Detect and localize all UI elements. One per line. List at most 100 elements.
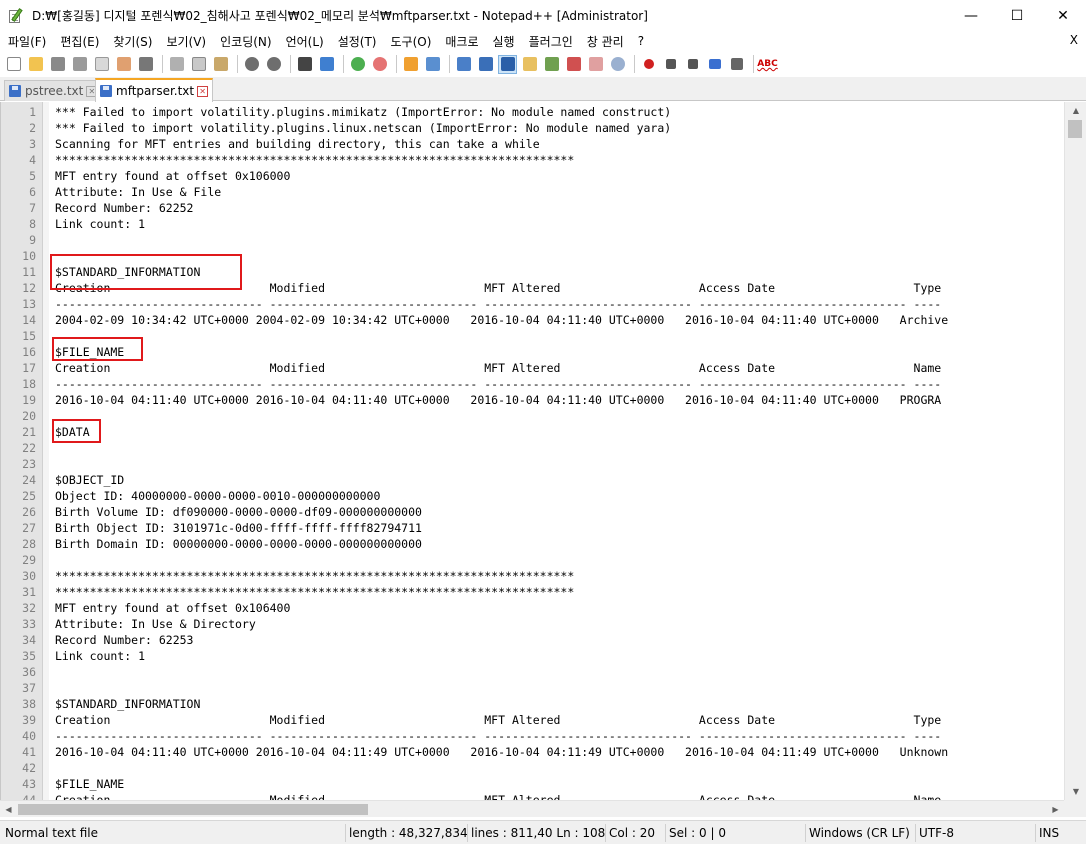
menu-settings[interactable]: 설정(T) xyxy=(330,33,383,50)
close-document-button[interactable]: X xyxy=(1070,33,1078,47)
menu-plugins[interactable]: 플러그인 xyxy=(521,33,579,50)
line-text: Record Number: 62252 xyxy=(55,201,194,215)
undo-icon[interactable] xyxy=(242,55,261,74)
menu-run[interactable]: 실행 xyxy=(485,33,521,50)
document-map-icon[interactable] xyxy=(542,55,561,74)
find-icon[interactable] xyxy=(295,55,314,74)
save-macro-icon[interactable] xyxy=(727,55,746,74)
tab-pstree[interactable]: pstree.txt ✕ xyxy=(4,80,103,101)
line-number: 30 xyxy=(22,569,36,583)
status-eol[interactable]: Windows (CR LF) xyxy=(805,824,910,842)
menu-tools[interactable]: 도구(O) xyxy=(383,33,438,50)
close-all-icon[interactable] xyxy=(114,55,133,74)
tab-mftparser[interactable]: mftparser.txt ✕ xyxy=(95,78,214,102)
line-number: 27 xyxy=(22,521,36,535)
play-macro-icon[interactable] xyxy=(683,55,702,74)
print-icon[interactable] xyxy=(136,55,155,74)
line-number: 40 xyxy=(22,729,36,743)
text-editor[interactable]: 1 *** Failed to import volatility.plugins… xyxy=(0,102,1064,800)
horizontal-scrollbar[interactable]: ◀ ▶ xyxy=(0,800,1064,817)
line-text: Birth Object ID: 3101971c-0d00-ffff-ffff… xyxy=(55,521,422,535)
line-number: 5 xyxy=(29,169,36,183)
scroll-down-arrow-icon[interactable]: ▼ xyxy=(1065,783,1086,800)
copy-icon[interactable] xyxy=(189,55,208,74)
toolbar-separator xyxy=(449,55,450,73)
menu-encoding[interactable]: 인코딩(N) xyxy=(212,33,277,50)
folder-workspace-icon[interactable] xyxy=(586,55,605,74)
status-bar: Normal text file length : 48,327,834 lin… xyxy=(0,820,1086,844)
tab-bar: pstree.txt ✕ mftparser.txt ✕ xyxy=(0,77,1086,102)
stop-macro-icon[interactable] xyxy=(661,55,680,74)
line-text: Attribute: In Use & Directory xyxy=(55,617,256,631)
indent-guide-icon[interactable] xyxy=(498,54,517,74)
editor-line: 11 $STANDARD_INFORMATION xyxy=(1,264,200,280)
vertical-scrollbar[interactable]: ▲ ▼ xyxy=(1064,102,1086,800)
vertical-scroll-thumb[interactable] xyxy=(1068,120,1082,138)
editor-line: 7 Record Number: 62252 xyxy=(1,200,193,216)
line-number: 20 xyxy=(22,409,36,423)
window-controls: — ☐ ✕ xyxy=(948,0,1086,31)
scroll-right-arrow-icon[interactable]: ▶ xyxy=(1047,801,1064,818)
word-wrap-icon[interactable] xyxy=(454,55,473,74)
zoom-in-icon[interactable] xyxy=(348,55,367,74)
menu-window[interactable]: 창 관리 xyxy=(579,33,630,50)
line-text: ****************************************… xyxy=(55,153,575,167)
line-text: ------------------------------ ---------… xyxy=(55,297,942,311)
editor-line: 24 $OBJECT_ID xyxy=(1,472,124,488)
toolbar: ABC xyxy=(0,51,1086,77)
zoom-out-icon[interactable] xyxy=(370,55,389,74)
toolbar-separator xyxy=(290,55,291,73)
new-file-icon[interactable] xyxy=(4,55,23,74)
monitoring-eye-icon[interactable] xyxy=(608,55,627,74)
line-number: 32 xyxy=(22,601,36,615)
replace-icon[interactable] xyxy=(317,55,336,74)
redo-icon[interactable] xyxy=(264,55,283,74)
menu-search[interactable]: 찾기(S) xyxy=(105,33,158,50)
line-number: 12 xyxy=(22,281,36,295)
sync-horizontal-icon[interactable] xyxy=(423,55,442,74)
menu-view[interactable]: 보기(V) xyxy=(158,33,212,50)
function-list-icon[interactable] xyxy=(564,55,583,74)
save-icon[interactable] xyxy=(48,55,67,74)
editor-line: 17 Creation Modified MFT Altered Access D… xyxy=(1,360,941,376)
tab-close-icon[interactable]: ✕ xyxy=(197,85,209,97)
editor-line: 25 Object ID: 40000000-0000-0000-0010-000… xyxy=(1,488,380,504)
menu-edit[interactable]: 편집(E) xyxy=(52,33,105,50)
status-selection: Sel : 0 | 0 xyxy=(665,824,726,842)
scroll-up-arrow-icon[interactable]: ▲ xyxy=(1065,102,1086,119)
minimize-button[interactable]: — xyxy=(948,0,994,31)
line-number: 23 xyxy=(22,457,36,471)
editor-line: 5 MFT entry found at offset 0x106000 xyxy=(1,168,290,184)
editor-line: 36 xyxy=(1,664,43,680)
line-number: 39 xyxy=(22,713,36,727)
editor-line: 29 xyxy=(1,552,43,568)
status-encoding[interactable]: UTF-8 xyxy=(915,824,954,842)
spellcheck-icon[interactable]: ABC xyxy=(757,55,777,74)
record-macro-icon[interactable] xyxy=(639,55,658,74)
cut-icon[interactable] xyxy=(167,55,186,74)
save-all-icon[interactable] xyxy=(70,55,89,74)
user-language-icon[interactable] xyxy=(520,55,539,74)
menu-file[interactable]: 파일(F) xyxy=(0,33,52,50)
menu-help[interactable]: ? xyxy=(630,34,650,48)
line-text: $OBJECT_ID xyxy=(55,473,125,487)
editor-line: 2 *** Failed to import volatility.plugins… xyxy=(1,120,671,136)
toolbar-separator xyxy=(396,55,397,73)
menu-language[interactable]: 언어(L) xyxy=(278,33,330,50)
close-file-icon[interactable] xyxy=(92,55,111,74)
sync-vertical-icon[interactable] xyxy=(401,55,420,74)
notepad-app-icon xyxy=(8,7,24,24)
line-text: Record Number: 62253 xyxy=(55,633,194,647)
paste-icon[interactable] xyxy=(211,55,230,74)
editor-line: 44 Creation Modified MFT Altered Access D… xyxy=(1,792,941,800)
menu-macro[interactable]: 매크로 xyxy=(437,33,484,50)
horizontal-scroll-thumb[interactable] xyxy=(18,804,368,815)
editor-line: 13 ------------------------------ -------… xyxy=(1,296,941,312)
maximize-button[interactable]: ☐ xyxy=(994,0,1040,31)
open-folder-icon[interactable] xyxy=(26,55,45,74)
editor-line: 15 xyxy=(1,328,43,344)
scroll-left-arrow-icon[interactable]: ◀ xyxy=(0,801,17,818)
show-all-characters-icon[interactable] xyxy=(476,55,495,74)
close-window-button[interactable]: ✕ xyxy=(1040,0,1086,31)
run-macro-multiple-icon[interactable] xyxy=(705,55,724,74)
